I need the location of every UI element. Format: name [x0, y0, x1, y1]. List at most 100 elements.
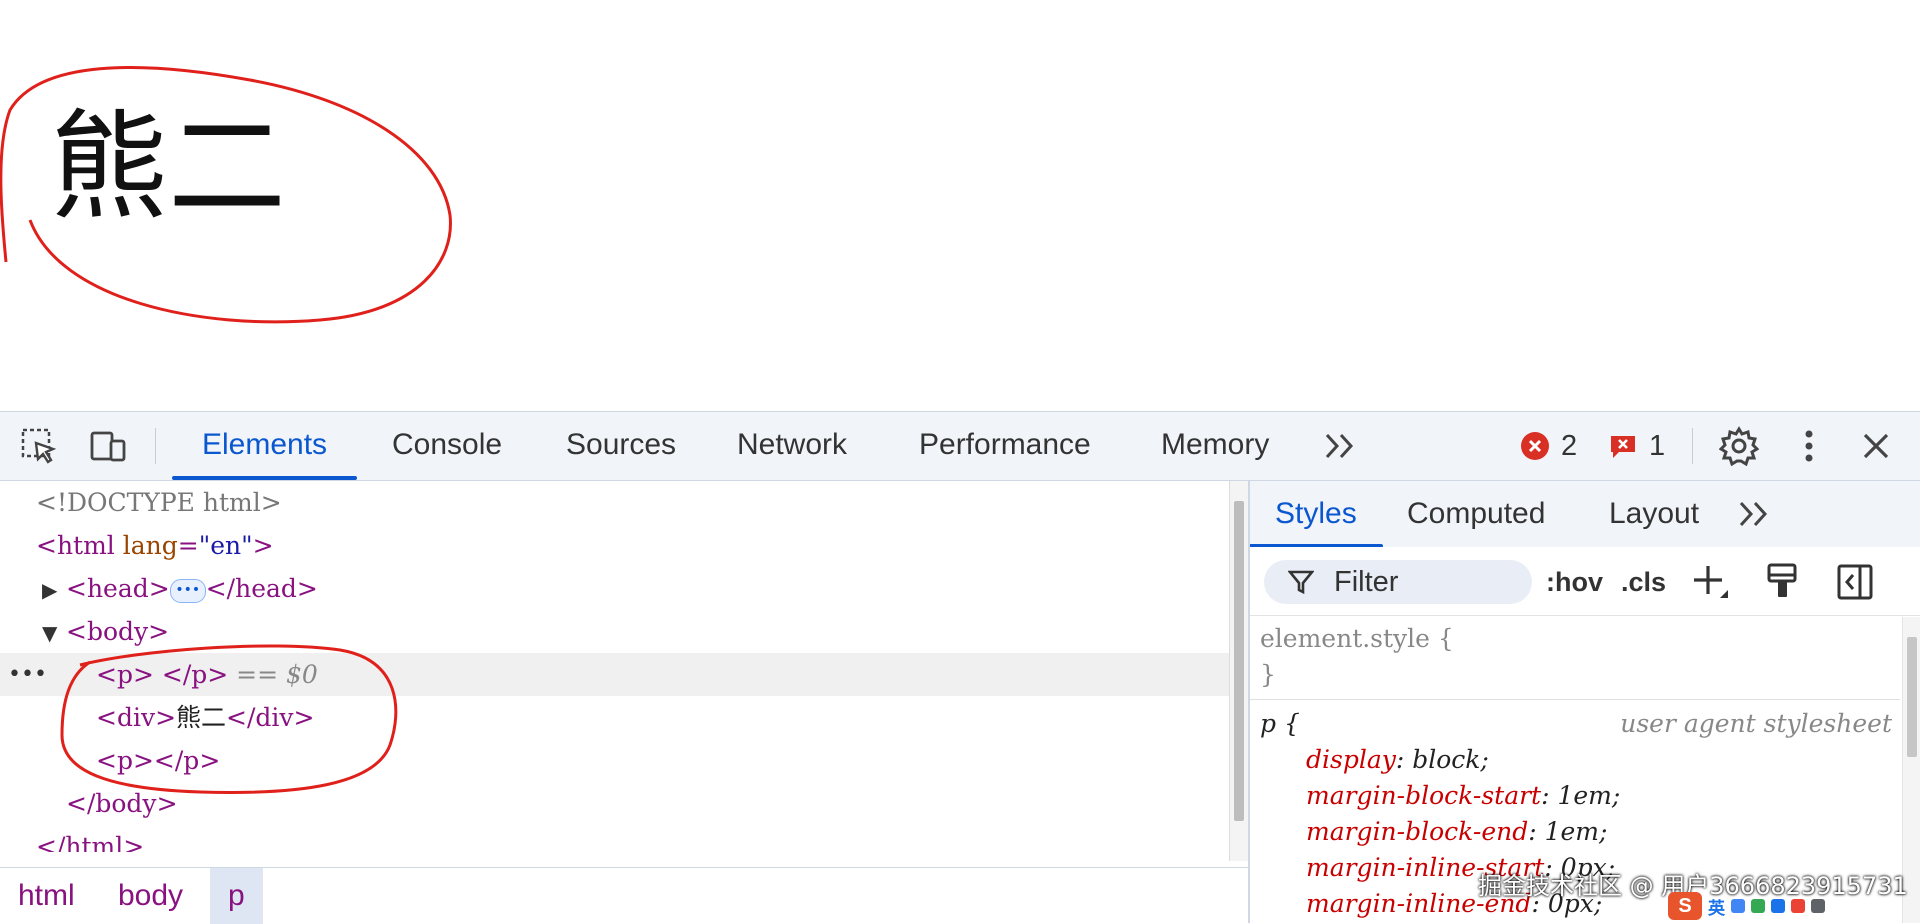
inspect-element-icon[interactable] — [19, 426, 59, 466]
p-rule-selector[interactable]: p { user agent stylesheet — [1250, 706, 1900, 742]
css-value: 1em; — [1544, 817, 1608, 846]
subtab-styles[interactable]: Styles — [1250, 481, 1383, 548]
element-style-brace: } — [1260, 660, 1276, 689]
styles-filter-input[interactable]: Filter — [1264, 560, 1532, 604]
selected-ref: == $0 — [236, 660, 318, 689]
styles-filter-row: Filter :hov .cls — [1250, 547, 1920, 616]
ime-grid-icon[interactable] — [1811, 899, 1825, 913]
paint-brush-icon[interactable] — [1762, 562, 1802, 602]
toggle-sidebar-icon[interactable] — [1835, 562, 1875, 602]
subtab-computed[interactable]: Computed — [1407, 481, 1545, 547]
page-heading-text: 熊二 — [50, 98, 287, 236]
dom-node-p[interactable]: <p></p> — [0, 739, 1229, 782]
rule-separator — [1250, 699, 1900, 700]
filter-icon — [1287, 569, 1315, 599]
html-end-tag-name: html — [65, 832, 124, 852]
dom-node-head[interactable]: ▶ <head> ••• </head> — [0, 567, 1229, 610]
ime-logo-icon[interactable]: S — [1668, 892, 1702, 920]
elements-tree: <!DOCTYPE html> <html lang="en"> ▶ <head>… — [0, 481, 1229, 852]
div-tag-name: div — [116, 703, 156, 732]
css-declaration[interactable]: margin-block-start: 1em; — [1250, 778, 1900, 814]
styles-scrollbar-thumb[interactable] — [1907, 637, 1917, 757]
tab-memory[interactable]: Memory — [1161, 412, 1269, 478]
device-toolbar-icon[interactable] — [89, 426, 129, 466]
p-close-open: </ — [161, 660, 192, 689]
issue-icon — [1609, 434, 1637, 458]
body-end-open: </ — [66, 789, 96, 818]
html-tag-open-bracket: < — [36, 531, 57, 560]
p-close-end: > — [207, 660, 229, 689]
dom-node-body-close[interactable]: </body> — [0, 782, 1229, 825]
css-prop: margin-block-start — [1306, 781, 1542, 810]
error-count[interactable]: 2 — [1521, 412, 1577, 480]
dom-node-p-selected[interactable]: ••• <p> </p> == $0 — [0, 653, 1229, 696]
css-prop: display — [1306, 745, 1396, 774]
css-declaration[interactable]: display: block; — [1250, 742, 1900, 778]
issue-count[interactable]: 1 — [1609, 412, 1665, 480]
tab-performance[interactable]: Performance — [919, 412, 1091, 478]
dom-node-div[interactable]: <div>熊二</div> — [0, 696, 1229, 739]
tab-network[interactable]: Network — [737, 412, 847, 478]
body-tag-name: body — [86, 617, 149, 646]
body-end-close: > — [156, 789, 178, 818]
ime-skin-icon[interactable] — [1791, 899, 1805, 913]
breadcrumb-p[interactable]: p — [210, 868, 263, 924]
breadcrumb-body[interactable]: body — [100, 868, 201, 924]
html-tag-close-bracket: > — [252, 531, 274, 560]
breadcrumb: html body p — [0, 867, 1248, 924]
more-subtabs-icon[interactable] — [1734, 494, 1774, 534]
more-vert-icon[interactable] — [1789, 426, 1829, 466]
filter-placeholder: Filter — [1334, 566, 1399, 598]
cls-toggle[interactable]: .cls — [1621, 560, 1666, 604]
css-declaration[interactable]: margin-block-end: 1em; — [1250, 814, 1900, 850]
error-count-label: 2 — [1561, 429, 1578, 462]
new-style-rule-icon[interactable] — [1690, 562, 1730, 602]
more-tabs-icon[interactable] — [1320, 426, 1360, 466]
hov-toggle[interactable]: :hov — [1546, 560, 1603, 604]
page-viewport: 熊二 — [0, 0, 1920, 411]
div-open-end: > — [155, 703, 177, 732]
html-attr-name: lang — [122, 531, 178, 560]
settings-gear-icon[interactable] — [1719, 426, 1759, 466]
ime-keyboard-icon[interactable] — [1771, 899, 1785, 913]
devtools-toolbar: Elements Console Sources Network Perform… — [0, 412, 1920, 481]
elements-scrollbar-thumb[interactable] — [1234, 501, 1244, 821]
head-close-tag-name: head — [235, 574, 297, 603]
styles-subtabs: Styles Computed Layout — [1250, 481, 1920, 548]
html-attr-value: "en" — [198, 531, 253, 560]
css-colon: : — [1541, 781, 1558, 810]
ime-mic-icon[interactable] — [1751, 899, 1765, 913]
tab-elements[interactable]: Elements — [171, 412, 358, 480]
div-close-tag-name: div — [255, 703, 294, 732]
collapsed-content-badge[interactable]: ••• — [169, 578, 206, 603]
p2-open-bracket: < — [96, 746, 117, 775]
dom-node-doctype[interactable]: <!DOCTYPE html> — [0, 481, 1229, 524]
tab-sources[interactable]: Sources — [566, 412, 676, 478]
subtab-layout[interactable]: Layout — [1609, 481, 1699, 547]
html-attr-eq: = — [177, 531, 199, 560]
close-icon[interactable] — [1856, 426, 1896, 466]
ime-punct-icon[interactable] — [1731, 899, 1745, 913]
tab-console[interactable]: Console — [392, 412, 502, 478]
css-prop: margin-block-end — [1306, 817, 1529, 846]
head-tag-name: head — [86, 574, 149, 603]
element-style-close: } — [1250, 657, 1900, 693]
div-text-content: 熊二 — [176, 703, 227, 732]
dom-node-body[interactable]: ▼ <body> — [0, 610, 1229, 653]
p-open-bracket: < — [96, 660, 117, 689]
dom-node-html[interactable]: <html lang="en"> — [0, 524, 1229, 567]
body-end-tag-name: body — [95, 789, 157, 818]
p2-open-end: > — [132, 746, 154, 775]
ime-lang-label[interactable]: 英 — [1708, 894, 1725, 919]
expand-triangle-icon[interactable]: ▶ — [42, 569, 66, 612]
p2-tag-name: p — [116, 746, 133, 775]
elements-scrollbar[interactable] — [1229, 481, 1248, 861]
element-style-selector[interactable]: element.style { — [1250, 621, 1900, 657]
div-close-end: > — [293, 703, 315, 732]
breadcrumb-html[interactable]: html — [0, 868, 93, 924]
p-tag-name: p — [116, 660, 133, 689]
p2-close-end: > — [199, 746, 221, 775]
collapse-triangle-icon[interactable]: ▼ — [42, 612, 66, 655]
row-actions-icon[interactable]: ••• — [8, 653, 47, 696]
dom-node-html-close[interactable]: </html> — [0, 825, 1229, 852]
